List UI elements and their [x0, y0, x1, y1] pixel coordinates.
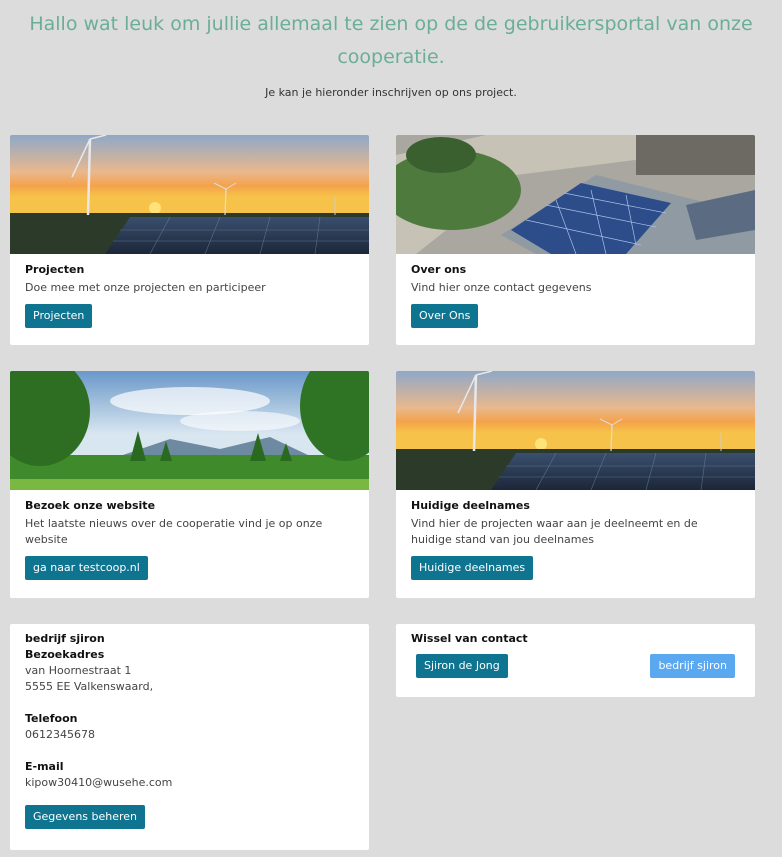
company-name: bedrijf sjiron [25, 632, 105, 645]
card-title: Projecten [25, 263, 85, 276]
address-street: van Hoornestraat 1 [25, 664, 132, 677]
card-title: Over ons [411, 263, 467, 276]
address-city: 5555 EE Valkenswaard, [25, 680, 154, 693]
over-ons-button[interactable]: Over Ons [411, 304, 479, 328]
switch-contact-title: Wissel van contact [411, 632, 528, 645]
card-projecten: Projecten Doe mee met onze projecten en … [10, 135, 369, 345]
projecten-button[interactable]: Projecten [25, 304, 93, 328]
phone-value: 0612345678 [25, 728, 95, 741]
card-over-ons: Over ons Vind hier onze contact gegevens… [396, 135, 755, 345]
card-deelnames: Huidige deelnames Vind hier de projecten… [396, 371, 755, 598]
phone-label: Telefoon [25, 712, 78, 725]
email-value: kipow30410@wusehe.com [25, 776, 173, 789]
card-text: Vind hier onze contact gegevens [411, 281, 592, 294]
address-label: Bezoekadres [25, 648, 105, 661]
card-text: Vind hier de projecten waar aan je deeln… [411, 517, 698, 546]
page-subtitle: Je kan je hieronder inschrijven op ons p… [265, 86, 517, 99]
card-text: Doe mee met onze projecten en participee… [25, 281, 266, 294]
switch-contact-card: Wissel van contact Sjiron de Jong bedrij… [396, 624, 755, 697]
card-text: Het laatste nieuws over de cooperatie vi… [25, 517, 323, 546]
deelnames-button[interactable]: Huidige deelnames [411, 556, 534, 580]
contact-company-button[interactable]: bedrijf sjiron [650, 654, 735, 678]
card-title: Bezoek onze website [25, 499, 156, 512]
manage-details-button[interactable]: Gegevens beheren [25, 805, 146, 829]
company-card: bedrijf sjiron Bezoekadres van Hoornestr… [10, 624, 369, 850]
email-label: E-mail [25, 760, 64, 773]
solar-windmill-sunset-image [396, 371, 755, 490]
contact-person-button[interactable]: Sjiron de Jong [416, 654, 508, 678]
website-button[interactable]: ga naar testcoop.nl [25, 556, 148, 580]
page-title: Hallo wat leuk om jullie allemaal te zie… [29, 13, 753, 68]
card-title: Huidige deelnames [411, 499, 530, 512]
forest-landscape-image [10, 371, 369, 490]
solar-roof-aerial-image [396, 135, 755, 254]
card-website: Bezoek onze website Het laatste nieuws o… [10, 371, 369, 598]
solar-windmill-sunset-image [10, 135, 369, 254]
